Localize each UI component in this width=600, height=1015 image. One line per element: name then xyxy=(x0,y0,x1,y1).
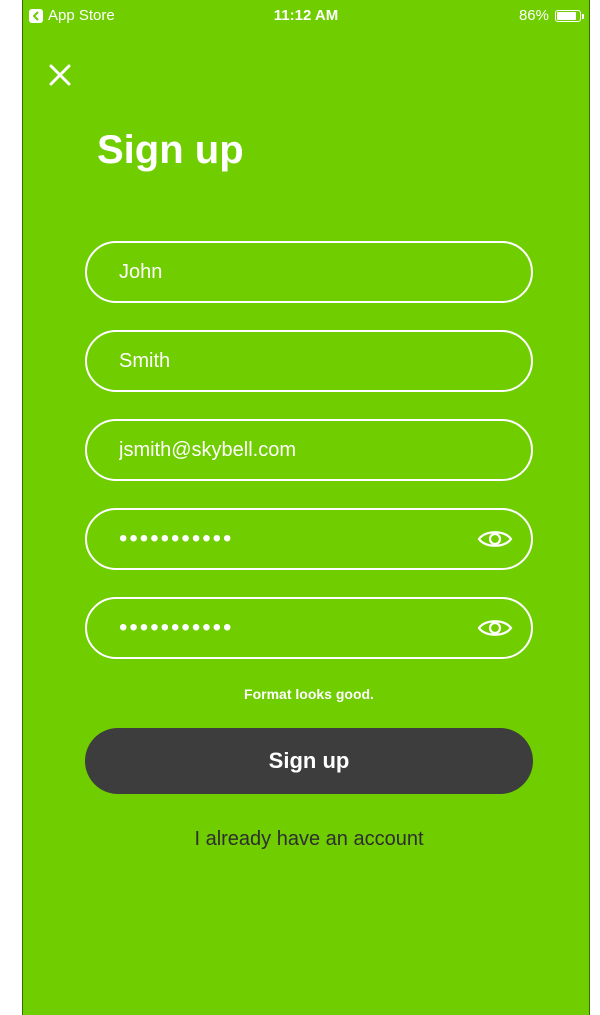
show-confirm-password-eye-icon[interactable] xyxy=(475,613,515,643)
page-title: Sign up xyxy=(97,128,244,172)
last-name-field[interactable] xyxy=(85,330,533,392)
first-name-field[interactable] xyxy=(85,241,533,303)
first-name-input[interactable] xyxy=(87,243,531,301)
sign-up-button[interactable]: Sign up xyxy=(85,728,533,794)
status-time: 11:12 AM xyxy=(273,7,339,24)
email-field[interactable] xyxy=(85,419,533,481)
password-input[interactable] xyxy=(87,510,475,568)
existing-account-link[interactable]: I already have an account xyxy=(85,828,533,851)
password-format-message: Format looks good. xyxy=(244,686,374,702)
close-icon[interactable] xyxy=(41,56,81,96)
confirm-password-field[interactable] xyxy=(85,597,533,659)
email-input[interactable] xyxy=(87,421,531,479)
password-field[interactable] xyxy=(85,508,533,570)
signup-screen: App Store 11:12 AM 86% Sign up John Smit… xyxy=(22,0,590,1015)
status-bar: App Store 11:12 AM 86% xyxy=(23,0,589,34)
battery-status: 86% xyxy=(518,7,584,24)
battery-icon xyxy=(555,9,584,22)
confirm-password-input[interactable] xyxy=(87,599,475,657)
battery-percent: 86% xyxy=(518,7,549,24)
battery-fill xyxy=(557,11,576,20)
battery-cap xyxy=(582,13,584,19)
show-password-eye-icon[interactable] xyxy=(475,524,515,554)
last-name-input[interactable] xyxy=(87,332,531,390)
